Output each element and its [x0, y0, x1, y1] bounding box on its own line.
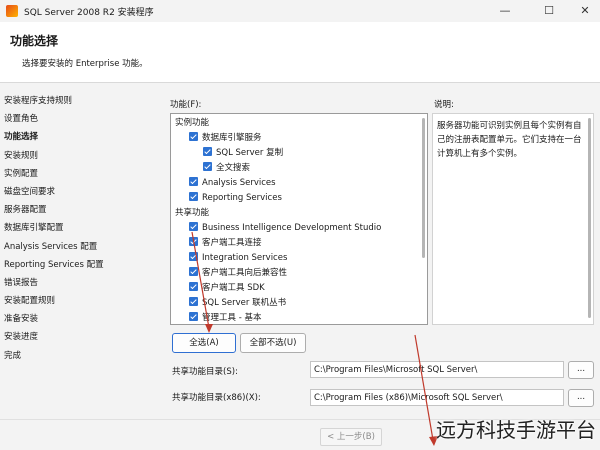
sidebar-step[interactable]: 功能选择: [0, 128, 160, 146]
feature-label: 客户端工具 SDK: [202, 283, 265, 293]
sql-server-app-icon: [6, 5, 18, 17]
features-label: 功能(F):: [170, 100, 202, 110]
feature-label: 客户端工具连接: [202, 238, 262, 248]
feature-item[interactable]: Reporting Services: [189, 191, 282, 206]
feature-label: 全文搜索: [216, 163, 251, 173]
sidebar-step[interactable]: Analysis Services 配置: [0, 238, 160, 256]
feature-tree-scrollbar[interactable]: [422, 118, 425, 258]
feature-label: 实例功能: [175, 118, 210, 128]
checkbox-checked-icon[interactable]: [189, 267, 198, 276]
shared-dir-x86-browse-button[interactable]: ...: [568, 389, 594, 407]
sidebar-step[interactable]: 安装程序支持规则: [0, 92, 160, 110]
checkbox-checked-icon[interactable]: [189, 312, 198, 321]
feature-group-header: 共享功能: [175, 206, 209, 221]
feature-item[interactable]: Business Intelligence Development Studio: [189, 221, 381, 236]
checkbox-checked-icon[interactable]: [203, 147, 212, 156]
feature-label: Integration Services: [202, 253, 288, 263]
feature-item[interactable]: 管理工具 - 基本: [189, 311, 262, 324]
feature-label: SQL Server 联机丛书: [202, 298, 287, 308]
shared-dir-label: 共享功能目录(S):: [172, 367, 238, 377]
shared-dir-input[interactable]: C:\Program Files\Microsoft SQL Server\: [310, 361, 564, 378]
checkbox-checked-icon[interactable]: [189, 132, 198, 141]
checkbox-checked-icon[interactable]: [189, 237, 198, 246]
feature-item[interactable]: 客户端工具连接: [189, 236, 262, 251]
feature-tree[interactable]: 实例功能数据库引擎服务 SQL Server 复制 全文搜索 Analysis Ser…: [170, 113, 428, 325]
sidebar-step[interactable]: 数据库引擎配置: [0, 219, 160, 237]
shared-dir-x86-input[interactable]: C:\Program Files (x86)\Microsoft SQL Ser…: [310, 389, 564, 406]
checkbox-checked-icon[interactable]: [189, 222, 198, 231]
back-button[interactable]: < 上一步(B): [320, 428, 382, 446]
sidebar-step[interactable]: Reporting Services 配置: [0, 256, 160, 274]
watermark-text: 远方科技手游平台: [436, 418, 596, 442]
window-title: SQL Server 2008 R2 安装程序: [24, 8, 154, 18]
close-button[interactable]: ✕: [572, 2, 598, 20]
page-subtitle: 选择要安装的 Enterprise 功能。: [22, 59, 148, 69]
shared-dir-x86-label: 共享功能目录(x86)(X):: [172, 393, 261, 403]
checkbox-checked-icon[interactable]: [189, 177, 198, 186]
sidebar-step[interactable]: 错误报告: [0, 274, 160, 292]
checkbox-checked-icon[interactable]: [189, 252, 198, 261]
feature-label: SQL Server 复制: [216, 148, 284, 158]
page-header: 功能选择 选择要安装的 Enterprise 功能。: [0, 22, 600, 83]
sidebar-step[interactable]: 安装配置规则: [0, 292, 160, 310]
feature-item[interactable]: 数据库引擎服务: [189, 131, 262, 146]
feature-item[interactable]: Integration Services: [189, 251, 287, 266]
feature-label: Business Intelligence Development Studio: [202, 223, 382, 233]
title-bar: SQL Server 2008 R2 安装程序 — ☐ ✕: [0, 0, 600, 22]
feature-item[interactable]: 全文搜索: [203, 161, 250, 176]
sidebar-step[interactable]: 安装进度: [0, 328, 160, 346]
sidebar-step[interactable]: 设置角色: [0, 110, 160, 128]
feature-item[interactable]: SQL Server 复制: [203, 146, 283, 161]
sidebar-step[interactable]: 完成: [0, 347, 160, 365]
checkbox-checked-icon[interactable]: [203, 162, 212, 171]
page-title: 功能选择: [10, 34, 59, 48]
sidebar-step[interactable]: 服务器配置: [0, 201, 160, 219]
checkbox-checked-icon[interactable]: [189, 297, 198, 306]
description-text: 服务器功能可识别实例且每个实例有自己的注册表配置单元。它们支持在一台计算机上有多…: [437, 121, 582, 159]
description-box: 服务器功能可识别实例且每个实例有自己的注册表配置单元。它们支持在一台计算机上有多…: [432, 113, 594, 325]
sidebar-step[interactable]: 准备安装: [0, 310, 160, 328]
unselect-all-button[interactable]: 全部不选(U): [240, 333, 306, 353]
sidebar-step[interactable]: 安装规则: [0, 147, 160, 165]
sidebar-step[interactable]: 磁盘空间要求: [0, 183, 160, 201]
checkbox-checked-icon[interactable]: [189, 282, 198, 291]
feature-label: 共享功能: [175, 208, 210, 218]
shared-dir-browse-button[interactable]: ...: [568, 361, 594, 379]
feature-label: Reporting Services: [202, 193, 282, 203]
select-all-button[interactable]: 全选(A): [172, 333, 236, 353]
feature-group-header: 实例功能: [175, 116, 209, 131]
feature-item[interactable]: SQL Server 联机丛书: [189, 296, 286, 311]
minimize-button[interactable]: —: [492, 2, 518, 20]
sidebar-step[interactable]: 实例配置: [0, 165, 160, 183]
description-scrollbar[interactable]: [588, 118, 591, 318]
feature-item[interactable]: Analysis Services: [189, 176, 276, 191]
feature-label: Analysis Services: [202, 178, 276, 188]
description-label: 说明:: [434, 100, 454, 110]
maximize-button[interactable]: ☐: [536, 2, 562, 20]
sidebar-steps: 安装程序支持规则 设置角色 功能选择 安装规则 实例配置 磁盘空间要求 服务器配置 数据库引擎…: [0, 92, 160, 365]
feature-label: 客户端工具向后兼容性: [202, 268, 288, 278]
feature-item[interactable]: 客户端工具 SDK: [189, 281, 265, 296]
feature-item[interactable]: 客户端工具向后兼容性: [189, 266, 287, 281]
checkbox-checked-icon[interactable]: [189, 192, 198, 201]
annotation-arrowhead: [205, 324, 213, 333]
feature-label: 数据库引擎服务: [202, 133, 262, 143]
feature-label: 管理工具 - 基本: [202, 313, 262, 323]
